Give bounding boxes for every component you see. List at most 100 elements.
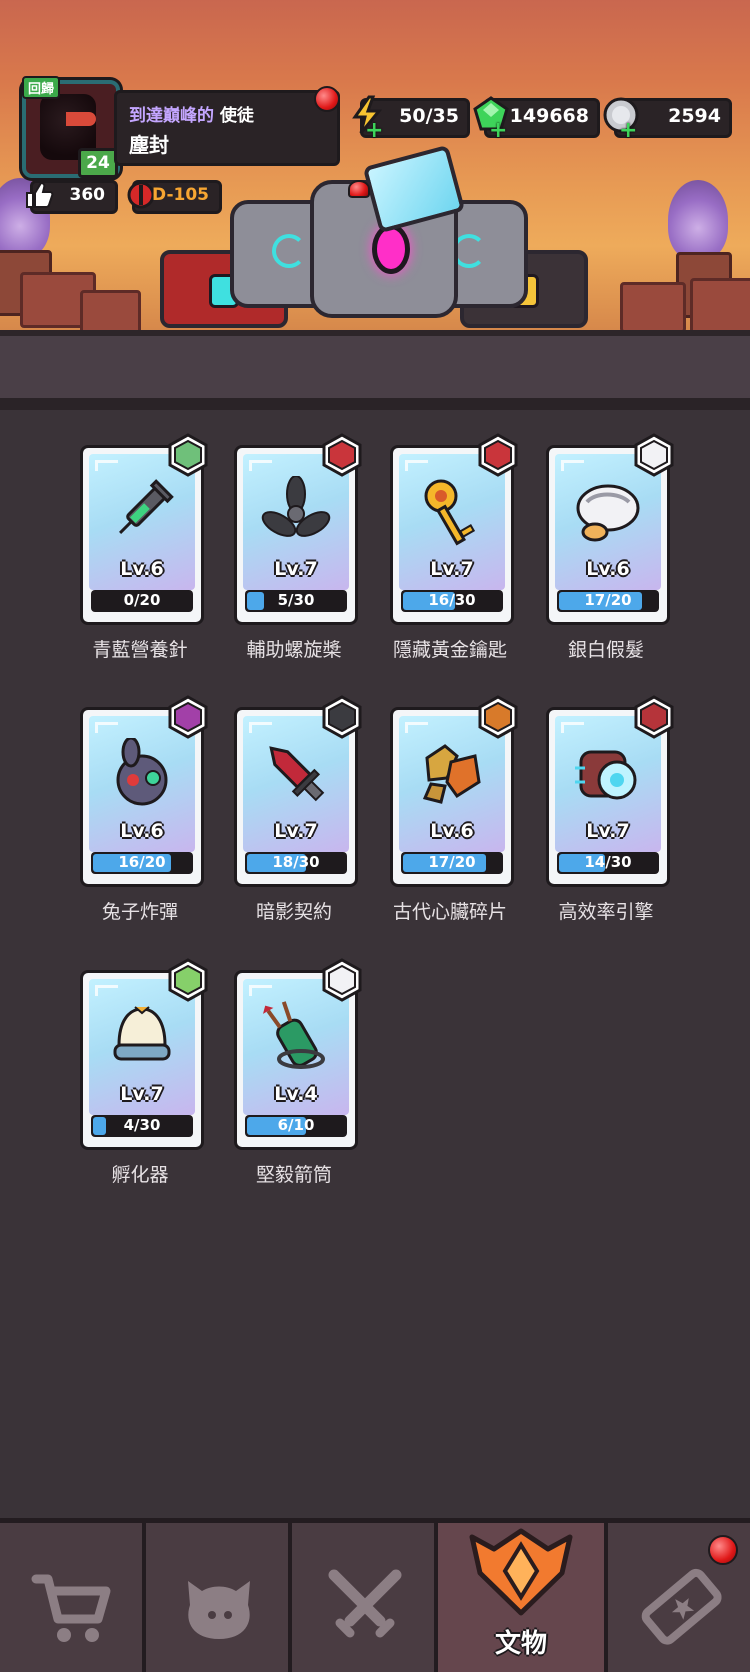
propeller-icon [261,476,331,537]
artifact-card[interactable]: Lv.4 6/10 堅毅箭筒 [234,958,362,1186]
artifact-level: Lv.6 [120,558,164,580]
artifact-level: Lv.4 [274,1083,318,1105]
card-shine [249,722,272,733]
pet-icon [188,1581,250,1639]
artifact-card[interactable]: Lv.7 5/30 輔助螺旋槳 [234,433,362,661]
artifact-card[interactable]: Lv.6 0/20 青藍營養針 [80,433,208,661]
monkey-hero-icon [478,695,518,739]
dagger-icon [269,746,325,802]
pass-notification-dot [708,1535,738,1565]
return-badge: 回歸 [22,76,61,99]
coin-value: 2594 [668,105,721,127]
card-shine [561,722,584,733]
card-shine [561,460,584,471]
artifact-level: Lv.7 [430,558,474,580]
gem-value: 149668 [509,105,589,127]
tab-artifacts[interactable]: 文物 [438,1523,608,1672]
robot-hero-icon [634,695,674,739]
card-shine [405,460,428,471]
swords-icon [328,1569,402,1638]
player-profile[interactable]: 回歸 24 到達巔峰的 使徒 塵封 [22,76,340,178]
artifact-progress-bar: 16/30 [401,590,503,612]
tab-pass[interactable] [608,1523,750,1672]
stage-value: D-105 [152,185,209,205]
crate-right [620,282,686,333]
golden-key-icon [424,479,476,546]
tab-shop[interactable] [0,1523,146,1672]
energy-value: 50/35 [399,105,459,127]
floor-edge [0,398,750,410]
gem-counter[interactable]: + 149668 [473,96,600,142]
coin-counter[interactable]: + 2594 [603,97,732,142]
coin-plus-icon[interactable]: + [619,120,637,142]
engine-icon [575,750,637,800]
golem-antenna [348,180,370,198]
artifact-progress-bar: 0/20 [91,590,193,612]
artifact-name: 暗影契約 [255,901,332,923]
card-shine [249,460,272,471]
artifact-progress-text: 16/20 [118,853,166,871]
artifact-progress-bar: 17/20 [401,852,503,874]
likes-counter[interactable]: 360 [26,180,118,214]
incubator-icon [113,1006,171,1061]
artifact-name: 兔子炸彈 [101,901,178,923]
player-name: 塵封 [129,133,169,157]
tab-pets[interactable] [146,1523,292,1672]
artifact-progress-text: 5/30 [277,591,315,609]
artifact-level: Lv.7 [120,1083,164,1105]
quiver-icon [263,1001,325,1069]
tab-battle[interactable] [292,1523,438,1672]
artifact-name: 古代心臟碎片 [392,901,507,923]
player-name-box[interactable]: 到達巔峰的 使徒 塵封 [114,90,340,166]
artifact-name: 輔助螺旋槳 [246,639,342,661]
artifact-card[interactable]: Lv.7 14/30 高效率引擎 [546,695,674,923]
rabbit-hero-icon [168,433,208,477]
profile-notification-dot [314,86,340,112]
card-shine [95,722,118,733]
bunny-bomb-icon [116,738,168,806]
jester-hero-icon [168,695,208,739]
artifact-progress-text: 18/30 [272,853,320,871]
archer-hero-icon [322,958,362,1002]
artifact-name: 青藍營養針 [92,639,188,661]
artifact-name: 銀白假髮 [567,639,644,661]
egg-hero-icon [168,958,208,1002]
artifact-card[interactable]: Lv.6 17/20 銀白假髮 [546,433,674,661]
player-title: 到達巔峰的 使徒 [129,101,254,126]
stage-counter[interactable]: D-105 [127,180,222,214]
golem-eye [372,224,410,274]
tab-artifacts-label: 文物 [494,1629,547,1659]
artifact-progress-bar: 5/30 [245,590,347,612]
artifact-card[interactable]: Lv.6 16/20 兔子炸彈 [80,695,208,923]
artifact-card[interactable]: Lv.7 16/30 隱藏黃金鑰匙 [390,433,518,661]
artifact-card[interactable]: Lv.7 18/30 暗影契約 [234,695,362,923]
energy-plus-icon[interactable]: + [365,120,383,142]
artifact-level: Lv.7 [274,820,318,842]
artifact-progress-bar: 17/20 [557,590,659,612]
artifact-progress-bar: 14/30 [557,852,659,874]
syringe-icon [119,479,174,534]
plague-hero-icon [322,695,362,739]
card-shine [249,985,272,996]
artifact-card[interactable]: Lv.6 17/20 古代心臟碎片 [390,695,518,923]
artifact-progress-bar: 18/30 [245,852,347,874]
artifact-card[interactable]: Lv.7 4/30 孵化器 [80,958,208,1186]
artifact-level: Lv.6 [430,820,474,842]
heart-shard-icon [422,744,481,804]
card-shine [95,985,118,996]
artifact-progress-text: 17/20 [584,591,632,609]
player-role: 使徒 [219,106,254,126]
artifact-progress-text: 6/10 [277,1116,315,1134]
artifact-progress-bar: 16/20 [91,852,193,874]
artifact-level: Lv.7 [586,820,630,842]
player-level: 24 [78,148,118,178]
avatar-beak [66,112,96,126]
artifact-progress-bar: 6/10 [245,1115,347,1137]
artifact-progress-text: 4/30 [123,1116,161,1134]
artifact-level: Lv.6 [120,820,164,842]
energy-counter[interactable]: + 50/35 [352,95,470,142]
wig-icon [576,484,640,542]
gem-plus-icon[interactable]: + [489,120,507,142]
likes-value: 360 [69,185,106,205]
artifact-progress-bar: 4/30 [91,1115,193,1137]
